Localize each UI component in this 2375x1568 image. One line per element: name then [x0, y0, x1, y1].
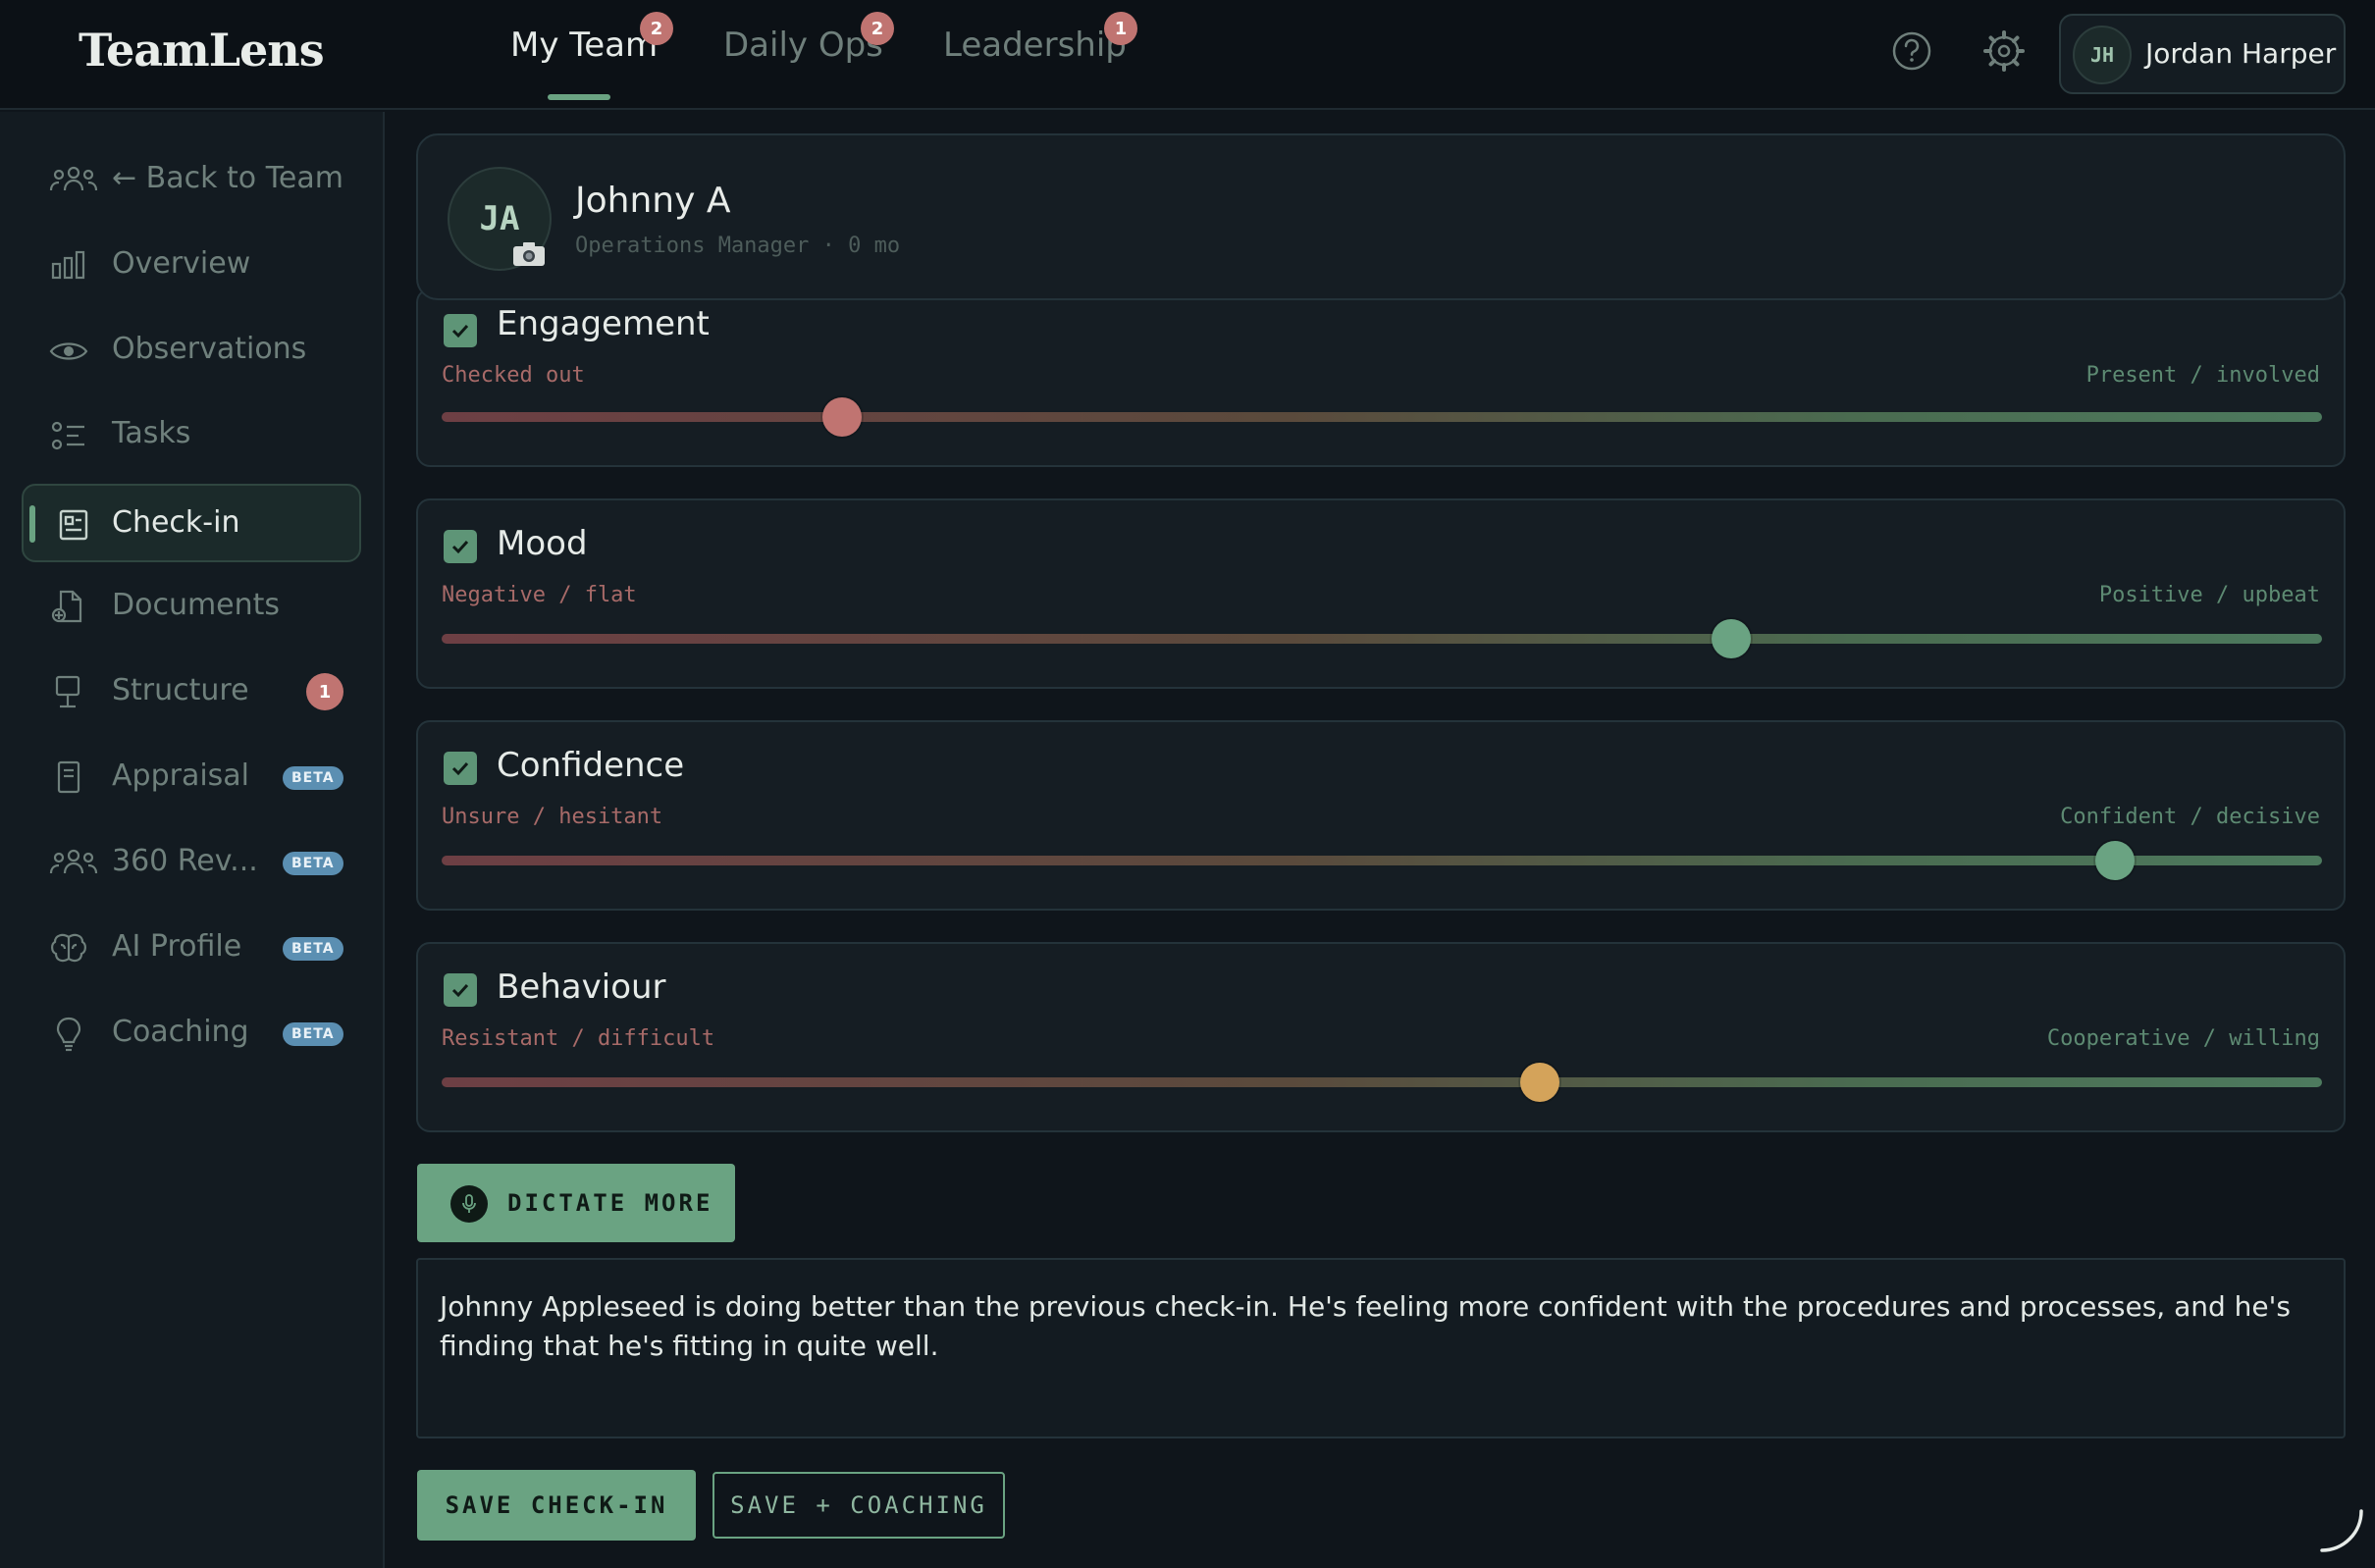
camera-icon[interactable]	[512, 241, 546, 267]
behaviour-slider[interactable]	[442, 1063, 2322, 1102]
metric-title: Confidence	[497, 746, 685, 785]
slider-thumb[interactable]	[822, 397, 863, 437]
notification-badge: 2	[861, 12, 894, 45]
tab-label: Daily Ops	[723, 26, 883, 65]
checklist-icon	[51, 421, 84, 450]
sidebar-item-label: 360 Rev...	[112, 844, 258, 878]
check-icon	[451, 761, 469, 776]
beta-badge: BETA	[283, 1022, 343, 1046]
gear-icon[interactable]	[1982, 29, 2026, 73]
sidebar-item-label: Tasks	[112, 416, 191, 450]
app-logo[interactable]: TeamLens	[79, 24, 325, 77]
sidebar-item-back-to-team[interactable]: ← Back to Team	[22, 141, 361, 220]
sidebar-item-label: Overview	[112, 246, 251, 281]
sidebar-item-label: ← Back to Team	[112, 161, 343, 195]
metric-low-label: Negative / flat	[442, 583, 637, 607]
sidebar-item-label: Appraisal	[112, 758, 250, 793]
metric-low-label: Checked out	[442, 363, 585, 388]
check-in-notes[interactable]: Johnny Appleseed is doing better than th…	[416, 1258, 2346, 1438]
slider-thumb[interactable]	[1712, 619, 1752, 658]
people-icon	[49, 166, 98, 191]
metric-card-engagement: Engagement Checked out Present / involve…	[416, 288, 2346, 467]
metric-low-label: Unsure / hesitant	[442, 805, 663, 829]
sidebar-item-documents[interactable]: Documents	[22, 568, 361, 647]
tab-label: Leadership	[943, 26, 1127, 65]
sidebar-item-label: Coaching	[112, 1015, 249, 1049]
user-menu[interactable]: JH Jordan Harper	[2059, 14, 2346, 94]
dictate-more-button[interactable]: DICTATE MORE	[417, 1164, 735, 1242]
lightbulb-icon	[56, 1017, 81, 1052]
profile-card: JA Johnny A Operations Manager · 0 mo	[416, 133, 2346, 300]
sidebar-item-observations[interactable]: Observations	[22, 312, 361, 391]
metric-low-label: Resistant / difficult	[442, 1026, 715, 1051]
help-icon[interactable]	[1890, 29, 1933, 73]
sidebar-item-overview[interactable]: Overview	[22, 227, 361, 305]
eye-icon	[49, 342, 88, 360]
save-coaching-button[interactable]: SAVE + COACHING	[712, 1472, 1005, 1539]
sidebar-item-label: Check-in	[112, 505, 240, 540]
metric-title: Mood	[497, 524, 588, 563]
metric-high-label: Confident / decisive	[2060, 805, 2320, 829]
metric-title: Engagement	[497, 304, 710, 343]
tab-my-team[interactable]: My Team 2	[510, 12, 673, 100]
avatar: JH	[2073, 26, 2132, 84]
bar-chart-icon	[51, 250, 85, 280]
mood-slider[interactable]	[442, 619, 2322, 658]
beta-badge: BETA	[283, 852, 343, 875]
notification-badge: 1	[306, 673, 343, 710]
metric-card-mood: Mood Negative / flat Positive / upbeat	[416, 498, 2346, 689]
sidebar-item-tasks[interactable]: Tasks	[22, 396, 361, 475]
employee-name: Johnny A	[575, 181, 731, 221]
active-tab-indicator	[548, 94, 610, 100]
structure-icon	[55, 675, 80, 708]
brain-icon	[51, 933, 86, 963]
document-add-icon	[51, 590, 82, 623]
sidebar-item-ai-profile[interactable]: AI Profile BETA	[22, 910, 361, 988]
user-name: Jordan Harper	[2145, 37, 2337, 70]
sidebar-item-360-review[interactable]: 360 Rev... BETA	[22, 824, 361, 903]
notification-badge: 2	[640, 12, 673, 45]
metric-high-label: Cooperative / willing	[2046, 1026, 2320, 1051]
engagement-slider[interactable]	[442, 397, 2322, 437]
tab-label: My Team	[510, 26, 659, 65]
check-icon	[451, 983, 469, 998]
check-icon	[451, 324, 469, 339]
beta-badge: BETA	[283, 766, 343, 790]
check-icon	[451, 540, 469, 554]
metric-card-confidence: Confidence Unsure / hesitant Confident /…	[416, 720, 2346, 911]
metric-high-label: Positive / upbeat	[2098, 583, 2320, 607]
dictate-label: DICTATE MORE	[507, 1189, 713, 1217]
sidebar-item-label: Observations	[112, 332, 307, 366]
sidebar: ← Back to Team Overview Observations Tas…	[0, 112, 385, 1568]
sidebar-item-structure[interactable]: Structure 1	[22, 653, 361, 732]
checkin-icon	[59, 509, 88, 541]
sidebar-item-label: Documents	[112, 588, 281, 622]
confidence-slider[interactable]	[442, 841, 2322, 880]
checkbox-mood[interactable]	[444, 530, 477, 563]
sidebar-item-check-in[interactable]: Check-in	[22, 484, 361, 562]
top-bar: TeamLens My Team 2 Daily Ops 2 Leadershi…	[0, 0, 2375, 110]
clipboard-icon	[57, 760, 80, 794]
metric-card-behaviour: Behaviour Resistant / difficult Cooperat…	[416, 942, 2346, 1132]
slider-thumb[interactable]	[1519, 1063, 1559, 1102]
employee-role: Operations Manager · 0 mo	[575, 234, 901, 258]
checkbox-engagement[interactable]	[444, 314, 477, 347]
sidebar-item-coaching[interactable]: Coaching BETA	[22, 995, 361, 1073]
sidebar-item-label: Structure	[112, 673, 249, 707]
tab-leadership[interactable]: Leadership 1	[943, 12, 1137, 84]
beta-badge: BETA	[283, 937, 343, 961]
notification-badge: 1	[1104, 12, 1137, 45]
save-check-in-button[interactable]: SAVE CHECK-IN	[417, 1470, 696, 1541]
sidebar-item-appraisal[interactable]: Appraisal BETA	[22, 739, 361, 817]
people-icon	[49, 849, 98, 874]
checkbox-confidence[interactable]	[444, 752, 477, 785]
tab-daily-ops[interactable]: Daily Ops 2	[723, 12, 894, 84]
metric-title: Behaviour	[497, 967, 666, 1007]
metric-high-label: Present / involved	[2085, 363, 2320, 388]
sidebar-item-label: AI Profile	[112, 929, 242, 964]
loading-spinner-icon	[2320, 1509, 2363, 1552]
microphone-icon	[450, 1185, 488, 1223]
slider-thumb[interactable]	[2095, 841, 2136, 880]
checkbox-behaviour[interactable]	[444, 973, 477, 1007]
